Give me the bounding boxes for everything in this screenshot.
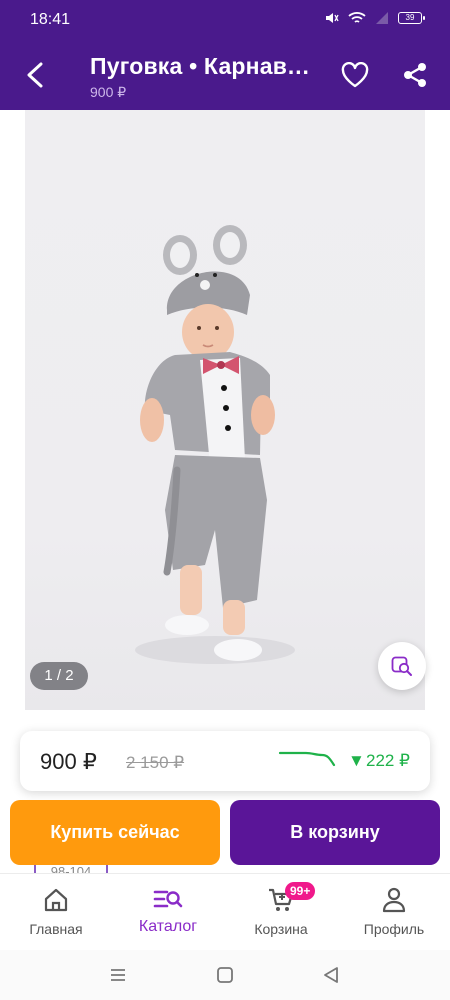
nav-home[interactable]: Главная bbox=[0, 874, 112, 951]
profile-icon bbox=[378, 886, 410, 914]
status-icons: 39 bbox=[323, 11, 425, 25]
cart-count-badge: 99+ bbox=[285, 882, 316, 900]
status-bar: 18:41 39 bbox=[0, 0, 450, 40]
signal-icon bbox=[376, 12, 388, 24]
share-icon bbox=[404, 63, 426, 87]
top-app-bar: Пуговка • Карнавальный костюм 900 ₽ bbox=[0, 40, 450, 110]
nav-home-label: Главная bbox=[29, 921, 83, 937]
mute-icon bbox=[326, 13, 339, 23]
visual-search-button[interactable] bbox=[378, 642, 426, 690]
bottom-navigation: Главная Каталог 99+ Корзина Профиль bbox=[0, 873, 450, 950]
catalog-search-icon bbox=[152, 886, 184, 914]
back-button[interactable] bbox=[16, 56, 54, 94]
back-system-button[interactable] bbox=[318, 962, 344, 988]
home-icon bbox=[40, 886, 72, 914]
nav-cart[interactable]: 99+ Корзина bbox=[225, 874, 337, 951]
nav-catalog-label: Каталог bbox=[138, 918, 198, 935]
gallery-counter: 1 / 2 bbox=[30, 662, 88, 690]
square-icon bbox=[217, 967, 233, 983]
share-button[interactable] bbox=[396, 56, 434, 94]
nav-profile[interactable]: Профиль bbox=[338, 874, 450, 951]
home-system-button[interactable] bbox=[212, 962, 238, 988]
add-to-cart-button[interactable]: В корзину bbox=[230, 800, 440, 865]
nav-catalog[interactable]: Каталог bbox=[112, 874, 224, 951]
menu-lines-icon bbox=[111, 969, 125, 981]
recent-apps-button[interactable] bbox=[105, 962, 131, 988]
system-navigation-bar bbox=[0, 950, 450, 1000]
battery-icon: 39 bbox=[398, 12, 425, 24]
price-trend-sparkline bbox=[278, 751, 336, 767]
price-drop-arrow-icon: ▼ bbox=[348, 751, 365, 770]
status-time: 18:41 bbox=[30, 11, 71, 28]
buy-now-button[interactable]: Купить сейчас bbox=[10, 800, 220, 865]
nav-profile-label: Профиль bbox=[363, 921, 425, 937]
nav-cart-label: Корзина bbox=[254, 921, 308, 937]
wifi-icon bbox=[348, 12, 366, 23]
price-card[interactable]: 900 ₽ 2 150 ₽ ▼ 222 ₽ bbox=[20, 731, 430, 791]
favorite-button[interactable] bbox=[336, 56, 374, 94]
page-title: Пуговка • Карнавальный костюм bbox=[90, 53, 322, 79]
triangle-back-icon bbox=[324, 967, 338, 983]
image-search-icon bbox=[391, 656, 412, 676]
product-photo-illustration bbox=[135, 225, 295, 664]
heart-icon bbox=[341, 62, 369, 88]
page-subtitle-price: 900 ₽ bbox=[90, 84, 127, 100]
old-price: 2 150 ₽ bbox=[126, 753, 185, 772]
price-drop-value: 222 ₽ bbox=[366, 751, 410, 770]
current-price: 900 ₽ bbox=[40, 749, 97, 774]
back-arrow-icon bbox=[27, 62, 43, 88]
product-image[interactable] bbox=[25, 110, 425, 710]
